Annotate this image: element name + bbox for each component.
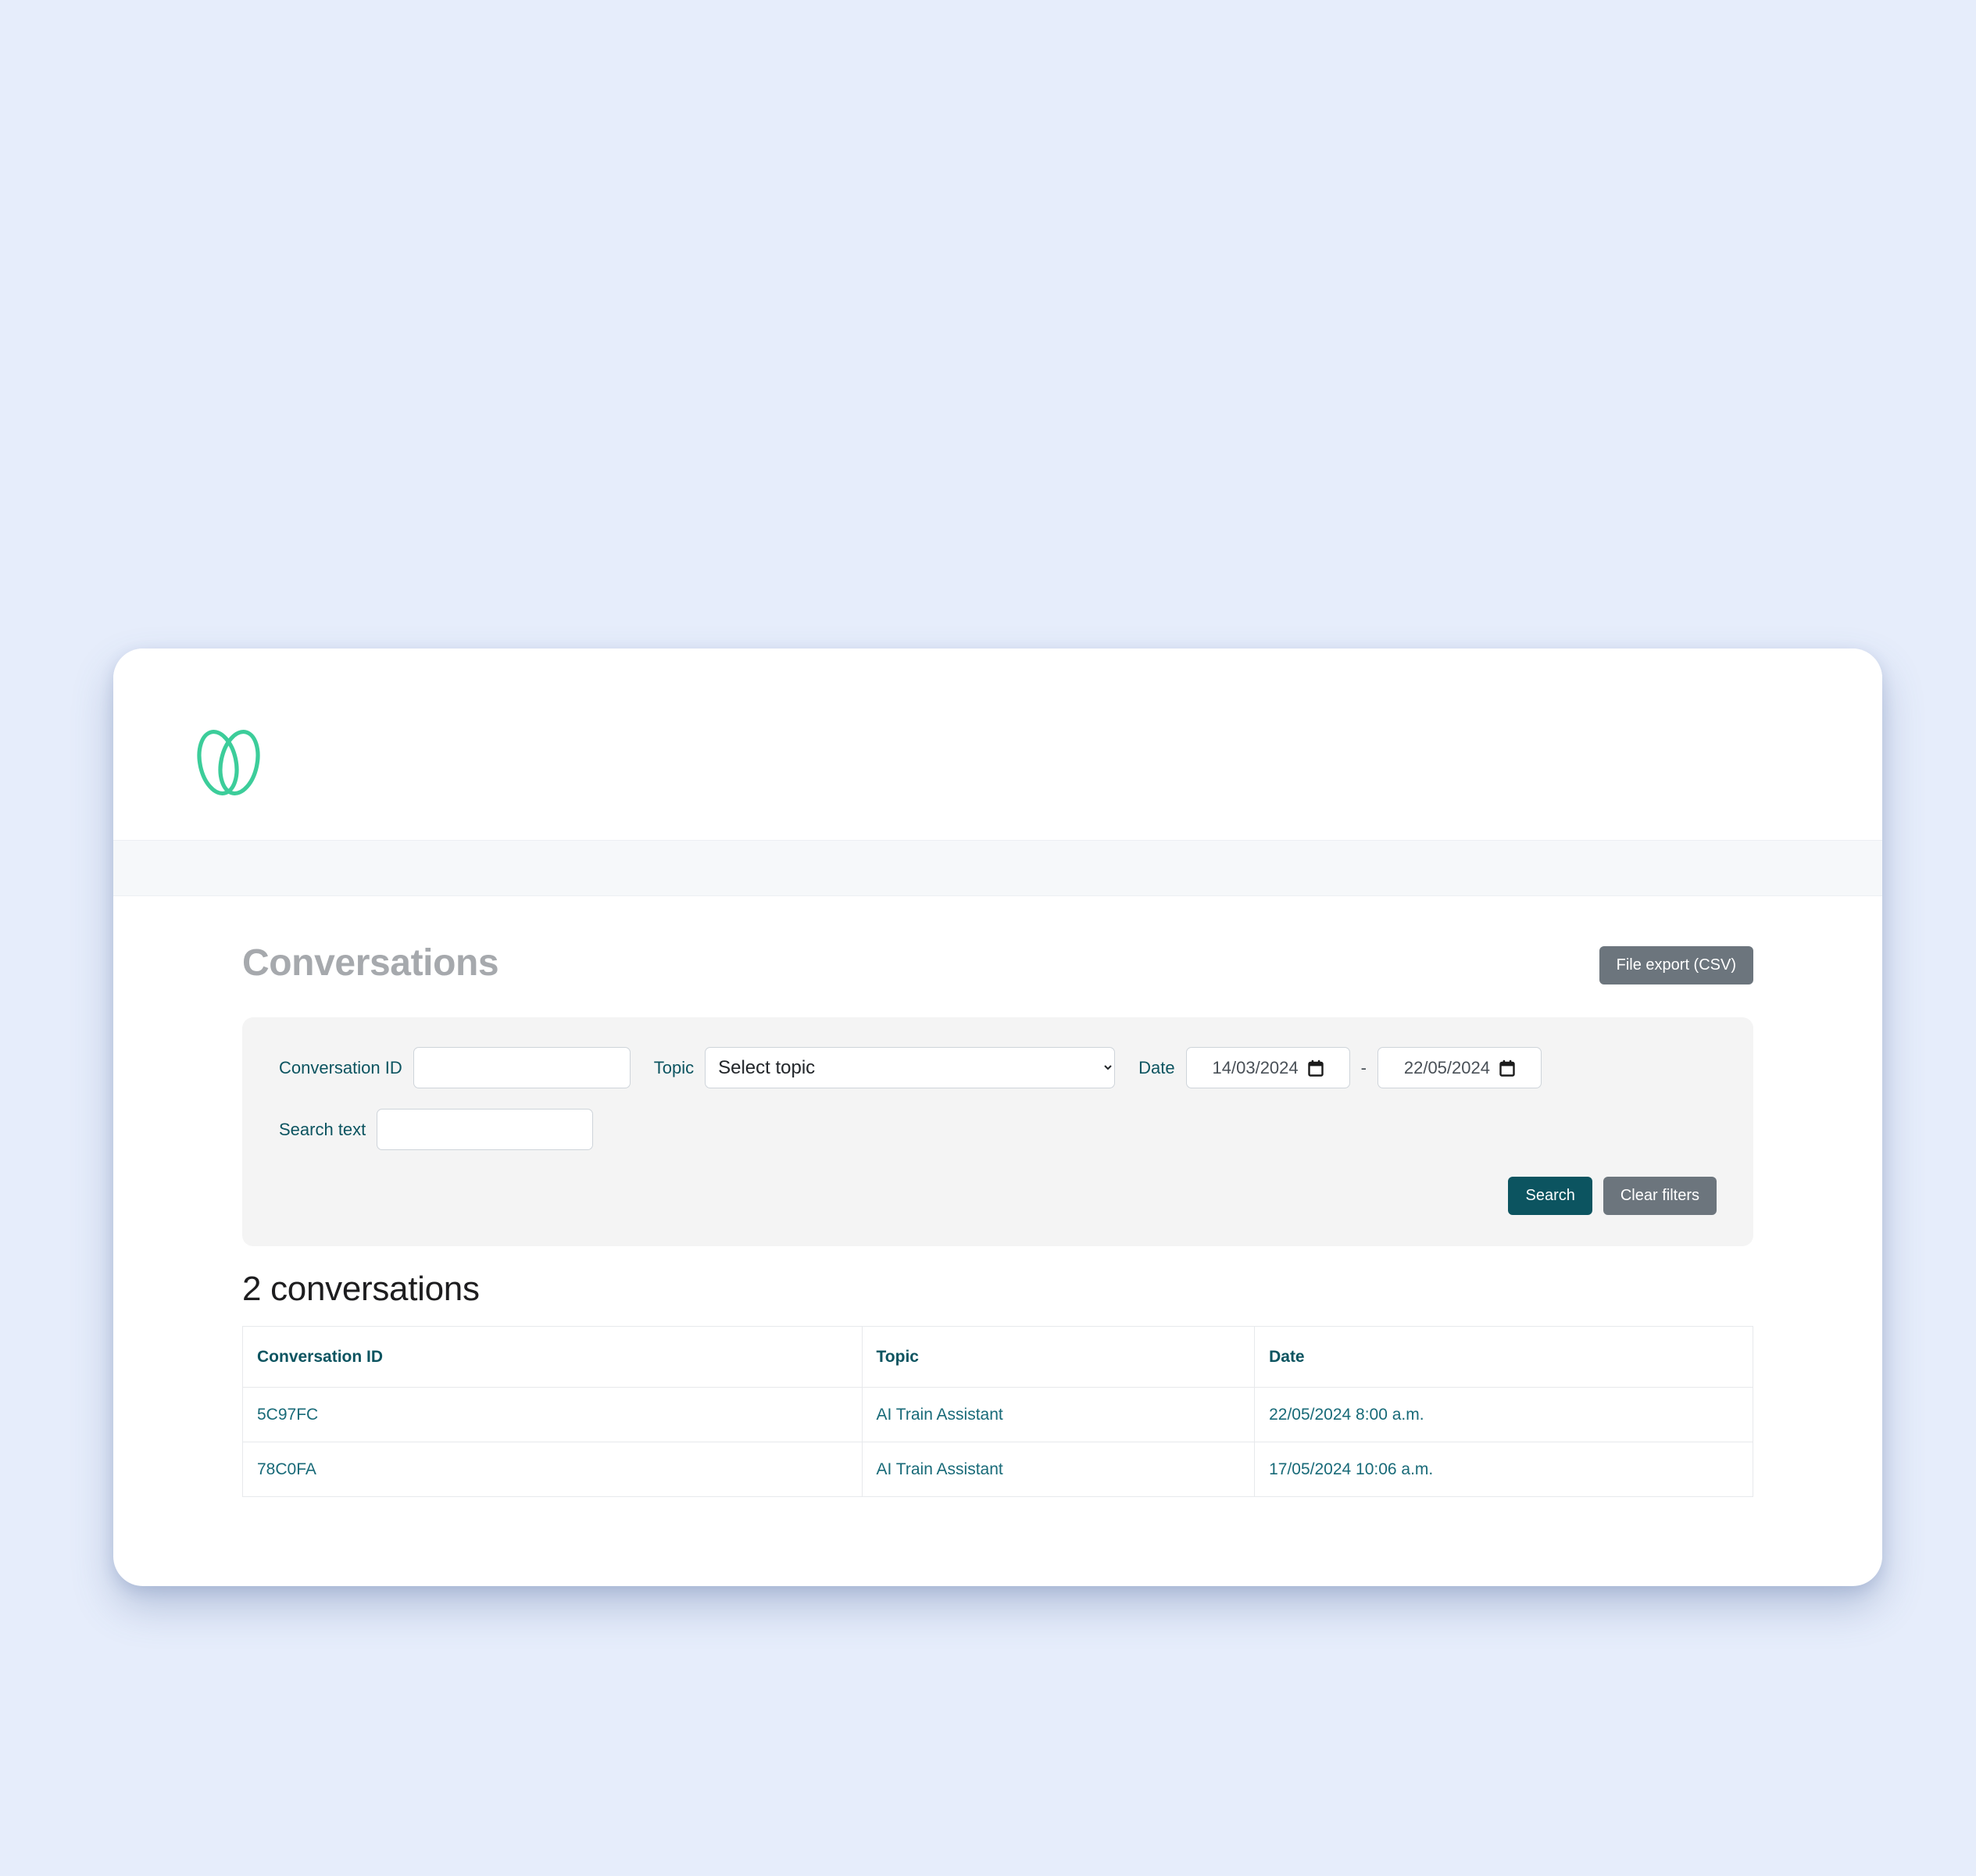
table-body: 5C97FC AI Train Assistant 22/05/2024 8:0… (242, 1387, 1753, 1497)
search-text-input[interactable] (377, 1109, 594, 1150)
conversation-id-label: Conversation ID (279, 1057, 402, 1077)
page-header-row: Conversations File export (CSV) (242, 896, 1753, 984)
page-content: Conversations File export (CSV) Conversa… (113, 896, 1882, 1497)
app-window: Conversations File export (CSV) Conversa… (113, 649, 1882, 1586)
table-header-row: Conversation ID Topic Date (242, 1326, 1753, 1388)
cell-date: 17/05/2024 10:06 a.m. (1269, 1460, 1434, 1478)
search-text-label: Search text (279, 1119, 366, 1139)
date-range-separator: - (1360, 1057, 1367, 1077)
table-head: Conversation ID Topic Date (242, 1326, 1753, 1388)
results-count: 2 conversations (242, 1270, 480, 1308)
field-date-range: Date 14/03/2024 - 22/05/2024 (1138, 1047, 1542, 1088)
filter-row-secondary: Search text (279, 1109, 1717, 1150)
date-to-input[interactable]: 22/05/2024 (1377, 1047, 1542, 1088)
field-topic: Topic Select topic (653, 1047, 1116, 1088)
calendar-icon[interactable] (1307, 1059, 1324, 1077)
column-header-conversation-id[interactable]: Conversation ID (242, 1326, 863, 1388)
filter-row-primary: Conversation ID Topic Select topic Date … (279, 1047, 1717, 1088)
filter-panel: Conversation ID Topic Select topic Date … (242, 1017, 1753, 1246)
double-loop-logo-icon[interactable] (188, 727, 270, 799)
page-title: Conversations (242, 942, 499, 984)
date-from-value: 14/03/2024 (1212, 1057, 1299, 1077)
field-conversation-id: Conversation ID (279, 1047, 631, 1088)
date-from-input[interactable]: 14/03/2024 (1185, 1047, 1350, 1088)
table-row[interactable]: 78C0FA AI Train Assistant 17/05/2024 10:… (242, 1442, 1753, 1497)
date-to-value: 22/05/2024 (1403, 1057, 1490, 1077)
filter-actions: Search Clear filters (279, 1177, 1717, 1215)
secondary-nav-bar (113, 840, 1882, 896)
cell-topic: AI Train Assistant (862, 1442, 1256, 1497)
column-header-date[interactable]: Date (1254, 1326, 1753, 1388)
export-button-wrap: File export (CSV) (1599, 943, 1753, 984)
cell-date: 22/05/2024 8:00 a.m. (1254, 1387, 1753, 1442)
file-export-csv-button[interactable]: File export (CSV) (1599, 946, 1753, 984)
date-label: Date (1138, 1057, 1175, 1077)
conversations-table: Conversation ID Topic Date 5C97FC AI Tra… (242, 1326, 1753, 1497)
cell-conversation-id[interactable]: 78C0FA (242, 1442, 863, 1497)
topic-select[interactable]: Select topic (705, 1047, 1116, 1088)
column-header-topic[interactable]: Topic (862, 1326, 1256, 1388)
conversation-id-input[interactable] (413, 1047, 631, 1088)
clear-filters-button[interactable]: Clear filters (1603, 1177, 1717, 1215)
table-row[interactable]: 5C97FC AI Train Assistant 22/05/2024 8:0… (242, 1387, 1753, 1442)
brand-header (113, 649, 1882, 840)
cell-topic: AI Train Assistant (862, 1387, 1256, 1442)
cell-conversation-id[interactable]: 5C97FC (242, 1387, 863, 1442)
search-button[interactable]: Search (1508, 1177, 1592, 1215)
field-search-text: Search text (279, 1109, 594, 1150)
calendar-icon[interactable] (1499, 1059, 1515, 1077)
topic-label: Topic (653, 1057, 695, 1077)
